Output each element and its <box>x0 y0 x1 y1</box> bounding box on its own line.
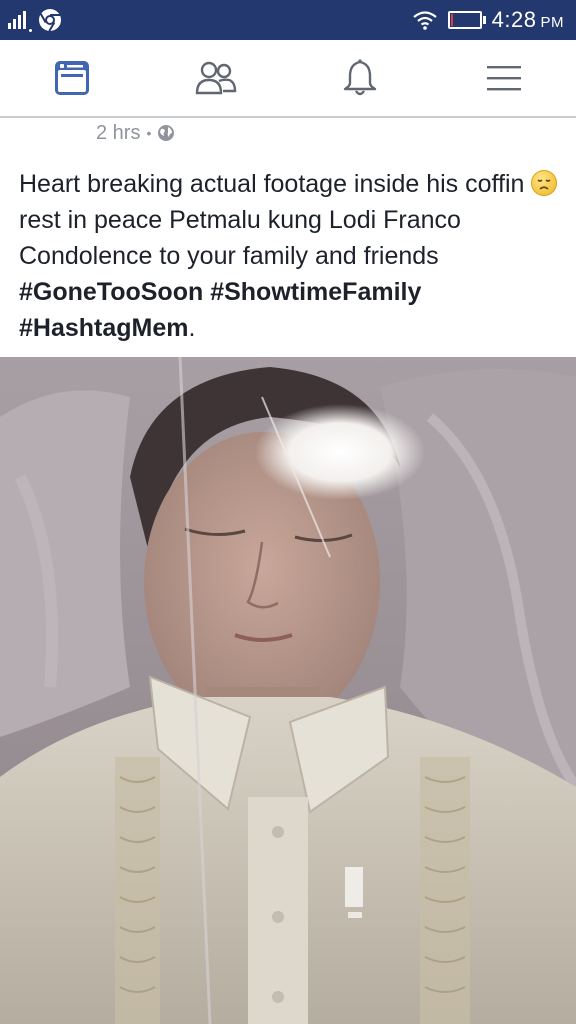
signal-dot <box>29 29 32 32</box>
battery-level <box>450 14 453 26</box>
disappointed-face-emoji <box>531 170 558 196</box>
clock-time: 4:28 <box>491 7 537 32</box>
friends-icon <box>195 61 237 95</box>
status-left <box>8 8 62 32</box>
post-timestamp[interactable]: 2 hrs <box>96 122 140 145</box>
status-bar: 4:28 PM <box>0 0 576 40</box>
signal-icon <box>8 11 26 29</box>
post-photo[interactable] <box>0 357 576 1024</box>
top-nav-bar <box>0 40 576 118</box>
notifications-bell-icon <box>343 59 377 96</box>
meta-separator: • <box>146 125 152 141</box>
status-right: 4:28 PM <box>412 0 564 40</box>
nav-notifications[interactable] <box>288 40 432 116</box>
post-text-part2: rest in peace Petmalu kung Lodi Franco C… <box>19 206 461 270</box>
post-text-part1: Heart breaking actual footage inside his… <box>19 170 525 198</box>
post-meta: 2 hrs • <box>96 120 175 146</box>
chrome-icon <box>39 9 61 32</box>
globe-icon <box>158 125 175 141</box>
nav-menu[interactable] <box>432 40 576 116</box>
news-feed-icon <box>55 61 89 95</box>
clock: 4:28 PM <box>492 7 564 33</box>
hashtag-showtimefamily[interactable]: #ShowtimeFamily <box>210 278 421 306</box>
wifi-icon <box>412 11 437 30</box>
menu-icon <box>487 66 521 91</box>
photo-image <box>0 357 576 1024</box>
nav-friends[interactable] <box>144 40 288 116</box>
hashtag-gonetoosoon[interactable]: #GoneTooSoon <box>19 278 203 306</box>
battery-icon <box>447 11 486 29</box>
post-text: Heart breaking actual footage inside his… <box>19 166 564 346</box>
nav-news-feed[interactable] <box>0 40 144 116</box>
hashtag-hashtagmem[interactable]: #HashtagMem <box>19 314 189 342</box>
post-text-trailing: . <box>188 314 196 342</box>
clock-ampm: PM <box>540 14 564 31</box>
